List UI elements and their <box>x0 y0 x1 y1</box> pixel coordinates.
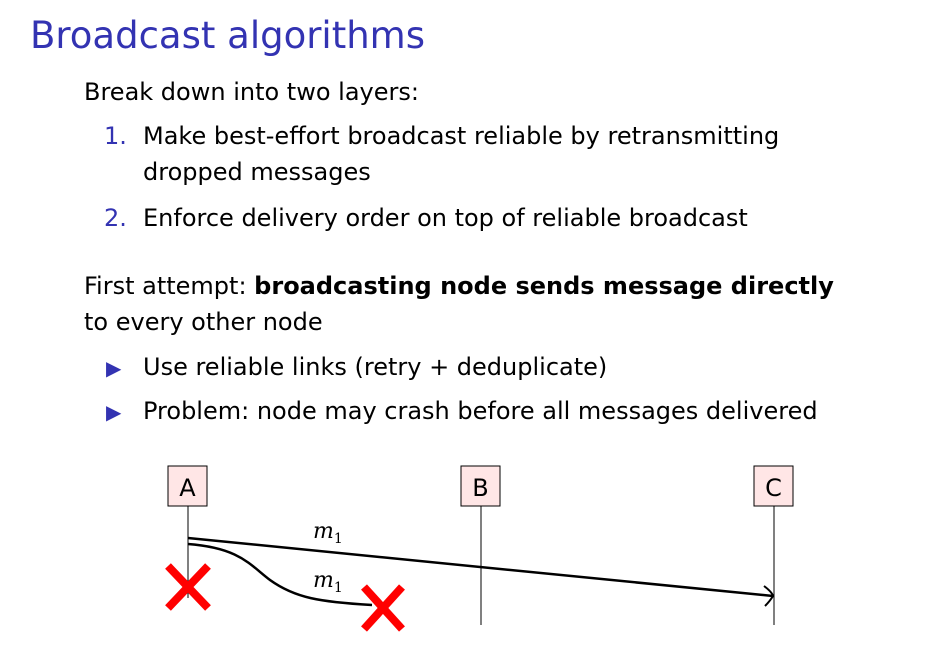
node-label: C <box>765 474 782 502</box>
sequence-diagram: A B C m1 m1 <box>165 465 794 632</box>
node-label: B <box>472 474 488 502</box>
message-label: m1 <box>313 568 343 596</box>
crash-cross-icon <box>361 584 405 632</box>
node-b: B <box>460 465 501 625</box>
node-label: A <box>179 474 196 502</box>
node-c: C <box>753 465 794 625</box>
message-label: m1 <box>313 519 343 547</box>
